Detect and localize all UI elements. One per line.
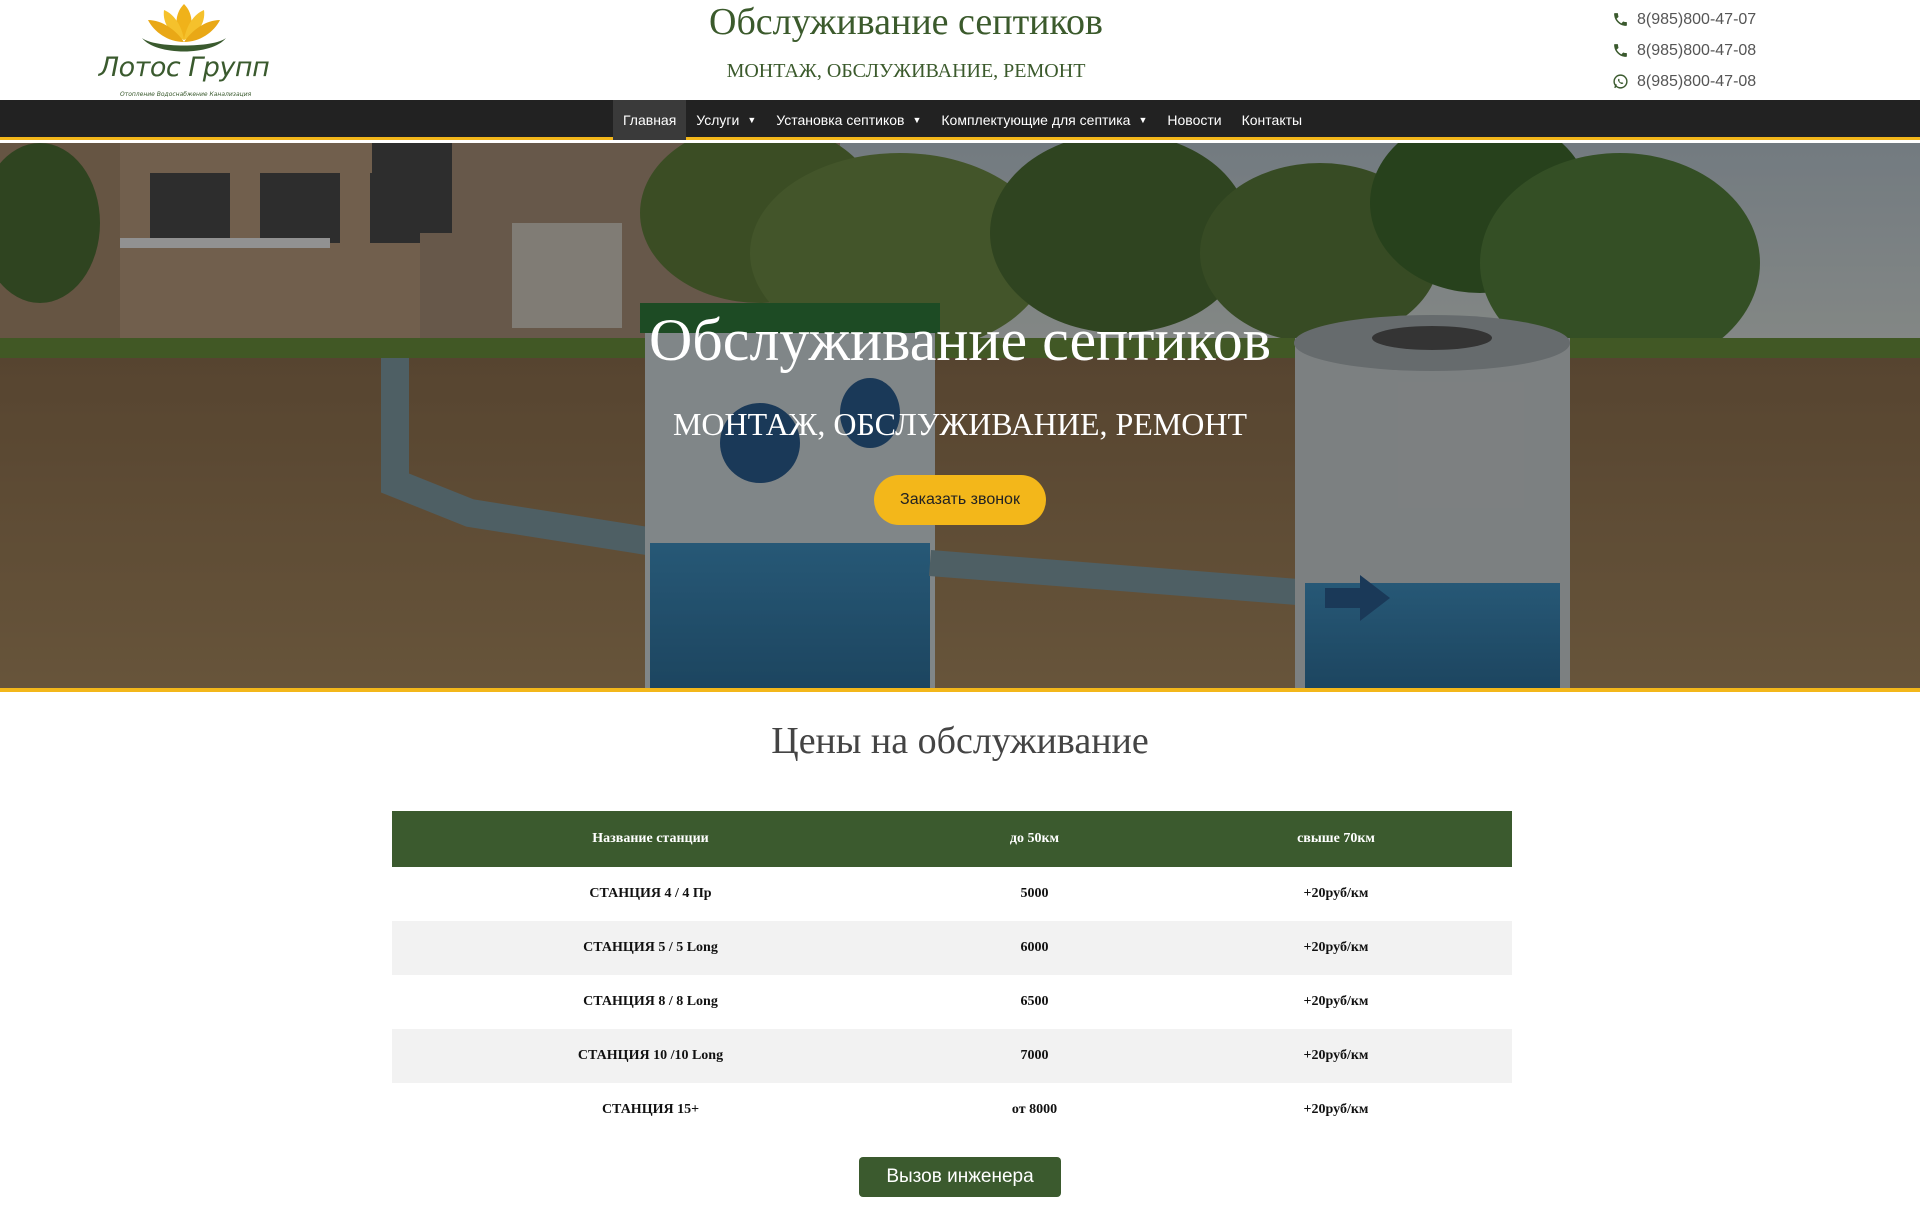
table-header-row: Название станции до 50км свыше 70км bbox=[392, 811, 1512, 867]
nav-item-label: Услуги bbox=[696, 112, 740, 128]
site-header: Лотос Групп Отопление Водоснабжение Кана… bbox=[0, 0, 1920, 100]
table-row: СТАНЦИЯ 8 / 8 Long 6500 +20руб/км bbox=[392, 975, 1512, 1029]
column-header: до 50км bbox=[1009, 831, 1060, 846]
table-cell: 7000 bbox=[1020, 1048, 1049, 1063]
phone-link[interactable]: 8(985)800-47-07 bbox=[1612, 4, 1812, 35]
hero-subtitle: МОНТАЖ, ОБСЛУЖИВАНИЕ, РЕМОНТ bbox=[672, 406, 1248, 442]
nav-item-home[interactable]: Главная bbox=[613, 100, 687, 140]
lotus-icon bbox=[142, 4, 226, 52]
column-header: Название станции bbox=[592, 831, 709, 846]
site-subtitle: МОНТАЖ, ОБСЛУЖИВАНИЕ, РЕМОНТ bbox=[726, 60, 1086, 82]
nav-item-services[interactable]: Услуги ▼ bbox=[686, 100, 766, 140]
nav-item-contacts[interactable]: Контакты bbox=[1232, 100, 1312, 140]
table-cell: 6500 bbox=[1020, 994, 1049, 1009]
order-call-button[interactable]: Заказать звонок bbox=[874, 475, 1046, 525]
call-engineer-button[interactable]: Вызов инженера bbox=[859, 1157, 1061, 1197]
table-cell: +20руб/км bbox=[1303, 940, 1369, 955]
prices-heading: Цены на обслуживание bbox=[771, 720, 1149, 762]
main-navigation: Главная Услуги ▼ Установка септиков ▼ Комп… bbox=[0, 100, 1920, 140]
table-cell: 5000 bbox=[1020, 886, 1049, 901]
phone-icon bbox=[1614, 13, 1627, 26]
table-cell: СТАНЦИЯ 4 / 4 Пр bbox=[589, 886, 712, 901]
whatsapp-link[interactable]: 8(985)800-47-08 bbox=[1612, 66, 1812, 97]
logo[interactable]: Лотос Групп Отопление Водоснабжение Кана… bbox=[96, 0, 272, 100]
table-cell: СТАНЦИЯ 10 /10 Long bbox=[577, 1048, 724, 1063]
nav-item-septic-installation[interactable]: Установка септиков ▼ bbox=[766, 100, 931, 140]
table-cell: +20руб/км bbox=[1303, 1048, 1369, 1063]
hero-title: Обслуживание септиков bbox=[648, 307, 1272, 373]
table-row: СТАНЦИЯ 15+ от 8000 +20руб/км bbox=[392, 1083, 1512, 1137]
caret-down-icon: ▼ bbox=[747, 115, 757, 125]
table-cell: 6000 bbox=[1020, 940, 1049, 955]
table-cell: +20руб/км bbox=[1303, 994, 1369, 1009]
hero-banner: Обслуживание септиков МОНТАЖ, ОБСЛУЖИВАН… bbox=[0, 143, 1920, 692]
nav-item-label: Новости bbox=[1167, 112, 1222, 128]
nav-item-label: Главная bbox=[623, 112, 677, 128]
table-cell: СТАНЦИЯ 15+ bbox=[601, 1102, 700, 1117]
phone-list: 8(985)800-47-07 8(985)800-47-08 8(985)80… bbox=[1612, 4, 1812, 97]
table-cell: от 8000 bbox=[1011, 1102, 1058, 1117]
logo-tagline: Отопление Водоснабжение Канализация bbox=[120, 91, 252, 98]
table-cell: СТАНЦИЯ 8 / 8 Long bbox=[583, 994, 718, 1009]
nav-item-label: Комплектующие для септика bbox=[941, 112, 1131, 128]
table-row: СТАНЦИЯ 4 / 4 Пр 5000 +20руб/км bbox=[392, 867, 1512, 921]
phone-link[interactable]: 8(985)800-47-08 bbox=[1612, 35, 1812, 66]
phone-number: 8(985)800-47-08 bbox=[1637, 41, 1757, 59]
whatsapp-icon bbox=[1613, 74, 1628, 89]
table-cell: +20руб/км bbox=[1303, 886, 1369, 901]
phone-number: 8(985)800-47-08 bbox=[1637, 72, 1757, 90]
nav-item-label: Контакты bbox=[1241, 112, 1303, 128]
table-cell: СТАНЦИЯ 5 / 5 Long bbox=[583, 940, 718, 955]
phone-icon bbox=[1614, 44, 1627, 57]
table-row: СТАНЦИЯ 5 / 5 Long 6000 +20руб/км bbox=[392, 921, 1512, 975]
caret-down-icon: ▼ bbox=[1138, 115, 1148, 125]
caret-down-icon: ▼ bbox=[912, 115, 922, 125]
price-table: Название станции до 50км свыше 70км СТАН… bbox=[392, 811, 1512, 1137]
phone-number: 8(985)800-47-07 bbox=[1637, 10, 1757, 28]
site-title: Обслуживание септиков bbox=[709, 1, 1103, 43]
table-cell: +20руб/км bbox=[1303, 1102, 1369, 1117]
nav-item-components[interactable]: Комплектующие для септика ▼ bbox=[931, 100, 1157, 140]
nav-item-label: Установка септиков bbox=[776, 112, 905, 128]
column-header: свыше 70км bbox=[1297, 831, 1375, 846]
table-row: СТАНЦИЯ 10 /10 Long 7000 +20руб/км bbox=[392, 1029, 1512, 1083]
logo-text: Лотос Групп bbox=[98, 52, 270, 83]
nav-item-news[interactable]: Новости bbox=[1157, 100, 1231, 140]
